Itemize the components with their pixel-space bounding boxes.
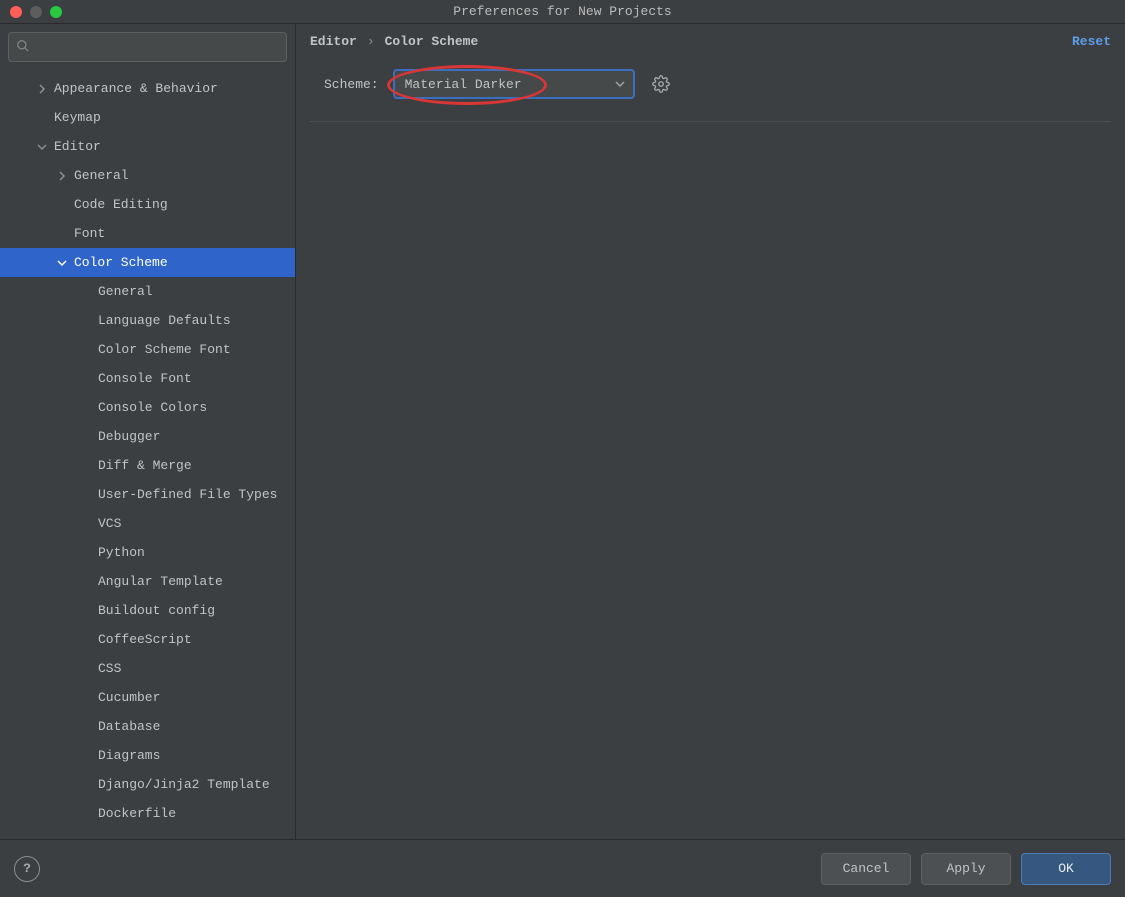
tree-item-console-font[interactable]: Console Font	[0, 364, 295, 393]
tree-item-label: General	[94, 284, 153, 299]
tree-item-general[interactable]: General	[0, 161, 295, 190]
tree-item-label: Cucumber	[94, 690, 160, 705]
main-header: Editor › Color Scheme Reset	[296, 24, 1125, 55]
reset-link[interactable]: Reset	[1072, 34, 1111, 49]
tree-item-console-colors[interactable]: Console Colors	[0, 393, 295, 422]
chevron-down-icon	[34, 142, 50, 152]
tree-item-editor[interactable]: Editor	[0, 132, 295, 161]
tree-item-label: Editor	[50, 139, 101, 154]
tree-item-vcs[interactable]: VCS	[0, 509, 295, 538]
tree-item-diagrams[interactable]: Diagrams	[0, 741, 295, 770]
scheme-row: Scheme: Material Darker	[310, 55, 1111, 122]
tree-item-label: Console Font	[94, 371, 192, 386]
tree-item-label: Color Scheme Font	[94, 342, 231, 357]
tree-item-user-defined-file-types[interactable]: User-Defined File Types	[0, 480, 295, 509]
tree-item-python[interactable]: Python	[0, 538, 295, 567]
scheme-label: Scheme:	[324, 77, 379, 92]
chevron-right-icon	[54, 171, 70, 181]
sidebar: Appearance & Behavior Keymap Editor General…	[0, 24, 296, 839]
tree-item-label: Python	[94, 545, 145, 560]
tree-item-label: User-Defined File Types	[94, 487, 277, 502]
search-input[interactable]	[8, 32, 287, 62]
breadcrumb-part-editor: Editor	[310, 34, 357, 49]
tree-item-debugger[interactable]: Debugger	[0, 422, 295, 451]
tree-item-label: Debugger	[94, 429, 160, 444]
scheme-select-value: Material Darker	[405, 77, 522, 92]
tree-item-label: Diff & Merge	[94, 458, 192, 473]
tree-item-dockerfile[interactable]: Dockerfile	[0, 799, 295, 828]
footer: ? Cancel Apply OK	[0, 839, 1125, 897]
breadcrumb-separator: ›	[367, 34, 375, 49]
apply-button[interactable]: Apply	[921, 853, 1011, 885]
help-button[interactable]: ?	[14, 856, 40, 882]
search-icon	[16, 39, 30, 53]
tree-item-cucumber[interactable]: Cucumber	[0, 683, 295, 712]
chevron-right-icon	[34, 84, 50, 94]
tree-item-label: General	[70, 168, 129, 183]
tree-item-appearance-behavior[interactable]: Appearance & Behavior	[0, 74, 295, 103]
window-title: Preferences for New Projects	[0, 4, 1125, 19]
gear-icon	[652, 75, 670, 93]
tree-item-color-scheme-font[interactable]: Color Scheme Font	[0, 335, 295, 364]
tree-item-language-defaults[interactable]: Language Defaults	[0, 306, 295, 335]
tree-item-label: Color Scheme	[70, 255, 168, 270]
tree-item-label: Console Colors	[94, 400, 207, 415]
tree-item-label: Code Editing	[70, 197, 168, 212]
chevron-down-icon	[615, 79, 625, 89]
tree-item-angular-template[interactable]: Angular Template	[0, 567, 295, 596]
ok-button-label: OK	[1058, 861, 1074, 876]
breadcrumb-part-color-scheme: Color Scheme	[385, 34, 479, 49]
tree-item-label: Font	[70, 226, 105, 241]
tree-item-database[interactable]: Database	[0, 712, 295, 741]
tree-item-label: Keymap	[50, 110, 101, 125]
search-container	[0, 24, 295, 70]
apply-button-label: Apply	[946, 861, 985, 876]
cancel-button[interactable]: Cancel	[821, 853, 911, 885]
help-icon: ?	[23, 861, 31, 876]
breadcrumb: Editor › Color Scheme	[310, 34, 478, 49]
tree-item-label: Diagrams	[94, 748, 160, 763]
ok-button[interactable]: OK	[1021, 853, 1111, 885]
tree-item-font[interactable]: Font	[0, 219, 295, 248]
tree-item-general[interactable]: General	[0, 277, 295, 306]
tree-item-label: Buildout config	[94, 603, 215, 618]
tree-item-label: Database	[94, 719, 160, 734]
tree-item-label: Appearance & Behavior	[50, 81, 218, 96]
tree-item-label: Angular Template	[94, 574, 223, 589]
scheme-settings-button[interactable]	[649, 72, 673, 96]
tree-item-django-jinja2-template[interactable]: Django/Jinja2 Template	[0, 770, 295, 799]
tree-item-coffeescript[interactable]: CoffeeScript	[0, 625, 295, 654]
tree-item-label: CSS	[94, 661, 121, 676]
tree-item-keymap[interactable]: Keymap	[0, 103, 295, 132]
tree-item-diff-merge[interactable]: Diff & Merge	[0, 451, 295, 480]
tree-item-label: Language Defaults	[94, 313, 231, 328]
scheme-select[interactable]: Material Darker	[393, 69, 635, 99]
titlebar: Preferences for New Projects	[0, 0, 1125, 24]
tree-item-buildout-config[interactable]: Buildout config	[0, 596, 295, 625]
tree-item-label: CoffeeScript	[94, 632, 192, 647]
tree-item-label: VCS	[94, 516, 121, 531]
chevron-down-icon	[54, 258, 70, 268]
footer-buttons: Cancel Apply OK	[821, 853, 1111, 885]
settings-tree[interactable]: Appearance & Behavior Keymap Editor General…	[0, 70, 295, 839]
tree-item-label: Dockerfile	[94, 806, 176, 821]
tree-item-code-editing[interactable]: Code Editing	[0, 190, 295, 219]
tree-item-css[interactable]: CSS	[0, 654, 295, 683]
tree-item-color-scheme[interactable]: Color Scheme	[0, 248, 295, 277]
main-panel: Editor › Color Scheme Reset Scheme: Mate…	[296, 24, 1125, 839]
tree-item-label: Django/Jinja2 Template	[94, 777, 270, 792]
cancel-button-label: Cancel	[843, 861, 890, 876]
